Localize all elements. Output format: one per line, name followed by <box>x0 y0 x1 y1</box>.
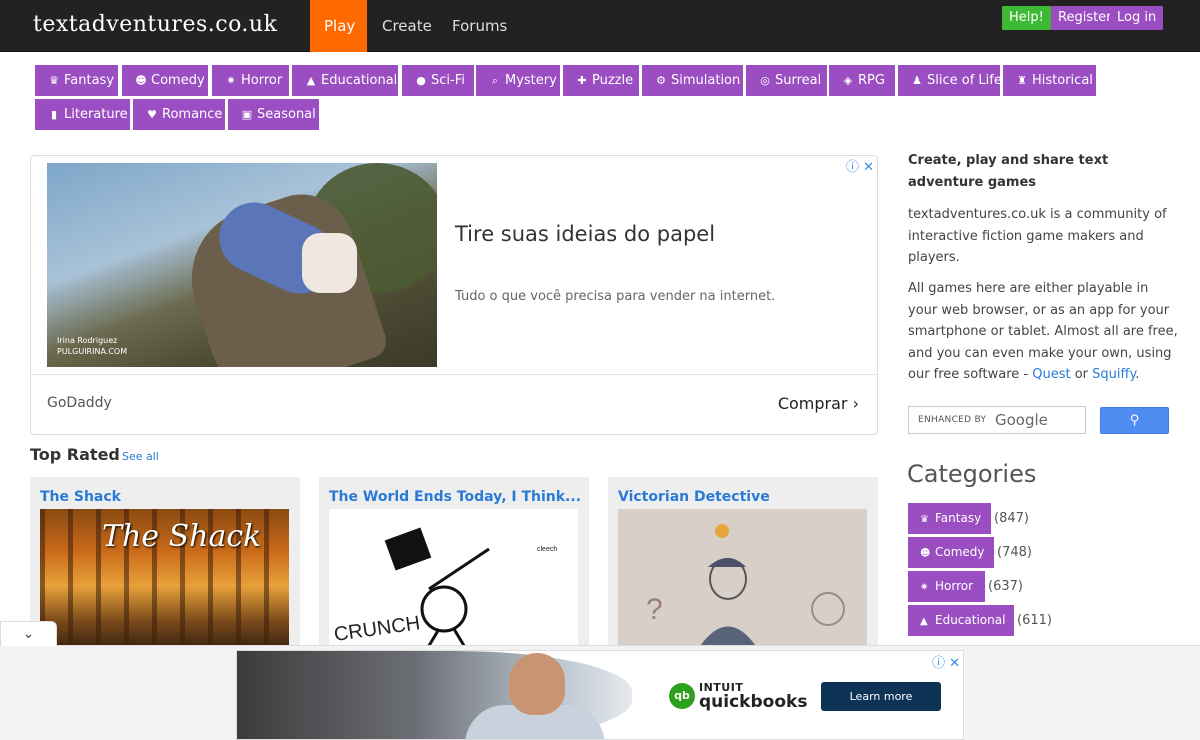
smile-icon: ☻ <box>920 548 931 559</box>
bottom-ad-person-face <box>509 653 565 715</box>
category-chip-scifi[interactable]: ● Sci-Fi <box>402 65 474 96</box>
ad-brand: GoDaddy <box>47 395 112 411</box>
sidebar-heading: Create, play and share text adventure ga… <box>908 153 1109 190</box>
category-chip-comedy[interactable]: ☻ Comedy <box>122 65 208 96</box>
category-chip-horror[interactable]: ✷ Horror <box>212 65 289 96</box>
game-thumbnail[interactable]: CRUNCH cleech <box>329 509 578 649</box>
game-title-link[interactable]: The Shack <box>40 489 121 505</box>
category-chip-fantasy[interactable]: ♛ Fantasy <box>35 65 118 96</box>
game-thumbnail[interactable]: ? <box>618 509 867 649</box>
google-logo: Google <box>995 411 1048 429</box>
login-button[interactable]: Log in <box>1110 6 1164 30</box>
game-card[interactable]: The World Ends Today, I Think... CRUNCH … <box>319 477 589 649</box>
quickbooks-logo-icon: qb <box>669 683 695 709</box>
category-chip-simulation[interactable]: ⚙ Simulation <box>642 65 743 96</box>
spider-icon: ✷ <box>226 74 236 87</box>
graduation-cap-icon: ▲ <box>306 74 316 87</box>
game-title-link[interactable]: Victorian Detective <box>618 489 770 505</box>
svg-text:?: ? <box>646 593 663 626</box>
bottom-ad-brand: quickbooks <box>699 692 808 712</box>
category-chip-slice-of-life[interactable]: ♟ Slice of Life <box>898 65 1002 96</box>
heart-icon: ♥ <box>147 108 157 121</box>
thumb-title-text: The Shack <box>102 519 262 554</box>
crown-icon: ♛ <box>49 74 59 87</box>
category-chip-mystery[interactable]: ⌕ Mystery <box>476 65 560 96</box>
ad-cta-button[interactable]: Comprar › <box>778 394 859 413</box>
category-button[interactable]: ☻ Comedy <box>908 537 994 568</box>
category-count: (637) <box>988 579 1023 594</box>
game-card[interactable]: The Shack The Shack <box>30 477 300 649</box>
search-enhanced-label: ENHANCED BY <box>918 415 987 425</box>
cogs-icon: ⚙ <box>656 74 666 87</box>
ad-image-caption: Irina Rodriguez PULGUIRINA.COM <box>57 336 128 356</box>
crown-icon: ♛ <box>920 514 929 525</box>
category-chip-educational[interactable]: ▲ Educational <box>292 65 398 96</box>
site-logo[interactable]: textadventures.co.uk <box>33 12 277 37</box>
chevron-right-icon: › <box>852 394 859 413</box>
puzzle-icon: ✚ <box>577 74 587 87</box>
thumb-drawing: ? <box>646 524 845 649</box>
game-title-link[interactable]: The World Ends Today, I Think... <box>329 489 581 505</box>
gift-icon: ▣ <box>241 108 253 121</box>
category-button[interactable]: ♛ Fantasy <box>908 503 991 534</box>
graduation-cap-icon: ▲ <box>920 616 928 627</box>
category-chip-puzzle[interactable]: ✚ Puzzle <box>563 65 639 96</box>
category-chip-seasonal[interactable]: ▣ Seasonal <box>228 99 319 130</box>
dice-icon: ◈ <box>843 74 853 87</box>
category-chip-rpg[interactable]: ◈ RPG <box>829 65 895 96</box>
top-navbar: textadventures.co.uk Play Create Forums … <box>0 0 1200 52</box>
search-button[interactable]: ⚲ <box>1100 407 1169 434</box>
chess-rook-icon: ♜ <box>1017 74 1027 87</box>
chevron-down-icon: ⌄ <box>22 626 35 642</box>
see-all-link[interactable]: See all <box>122 450 159 463</box>
smile-icon: ☻ <box>135 74 147 87</box>
game-thumbnail[interactable]: The Shack <box>40 509 289 649</box>
sidebar-description: All games here are either playable in yo… <box>908 281 1178 382</box>
learn-more-button[interactable]: Learn more <box>821 682 941 711</box>
svg-text:CRUNCH: CRUNCH <box>333 612 422 646</box>
squiffy-link[interactable]: Squiffy <box>1092 367 1135 382</box>
ad-image-shirt <box>302 233 357 293</box>
category-chip-surreal[interactable]: ◎ Surreal <box>746 65 827 96</box>
collapse-ad-button[interactable]: ⌄ <box>0 621 57 646</box>
categories-heading: Categories <box>907 460 1037 488</box>
nav-create[interactable]: Create <box>368 0 446 52</box>
category-count: (611) <box>1017 613 1052 628</box>
nav-play[interactable]: Play <box>310 0 367 52</box>
help-button[interactable]: Help! <box>1002 6 1051 30</box>
ad-close-icon[interactable]: ⓘ ✕ <box>846 156 874 175</box>
nav-forums[interactable]: Forums <box>438 0 521 52</box>
category-chip-literature[interactable]: ▮ Literature <box>35 99 130 130</box>
thumb-drawing: CRUNCH cleech <box>333 527 557 649</box>
search-input[interactable]: ENHANCED BY Google <box>908 406 1086 434</box>
magnifier-icon: ⌕ <box>491 74 499 87</box>
ad-image[interactable]: Irina Rodriguez PULGUIRINA.COM <box>47 163 437 367</box>
quest-link[interactable]: Quest <box>1032 367 1070 382</box>
sidebar-intro: textadventures.co.uk is a community of i… <box>908 207 1167 265</box>
game-card[interactable]: Victorian Detective ? <box>608 477 878 649</box>
category-chip-romance[interactable]: ♥ Romance <box>133 99 225 130</box>
category-button[interactable]: ✷ Horror <box>908 571 985 602</box>
bottom-display-ad[interactable]: qb INTUIT quickbooks Learn more ⓘ ✕ <box>236 650 964 740</box>
register-button[interactable]: Register <box>1051 6 1119 30</box>
category-count: (748) <box>997 545 1032 560</box>
walking-icon: ♟ <box>912 74 922 87</box>
spider-icon: ✷ <box>920 582 929 593</box>
ad-subtext: Tudo o que você precisa para vender na i… <box>455 289 776 304</box>
book-icon: ▮ <box>50 108 58 121</box>
top-rated-heading: Top Rated <box>30 445 120 464</box>
category-button[interactable]: ▲ Educational <box>908 605 1014 636</box>
search-icon: ⚲ <box>1129 413 1140 428</box>
ad-headline[interactable]: Tire suas ideias do papel <box>455 222 715 246</box>
display-ad[interactable]: Irina Rodriguez PULGUIRINA.COM Tire suas… <box>30 155 878 435</box>
alien-icon: ● <box>416 74 426 87</box>
bottom-ad-close-icon[interactable]: ⓘ ✕ <box>932 652 960 671</box>
swirl-icon: ◎ <box>760 74 770 87</box>
svg-text:cleech: cleech <box>537 546 557 553</box>
category-chip-historical[interactable]: ♜ Historical <box>1003 65 1096 96</box>
ad-divider <box>31 374 877 375</box>
category-count: (847) <box>994 511 1029 526</box>
